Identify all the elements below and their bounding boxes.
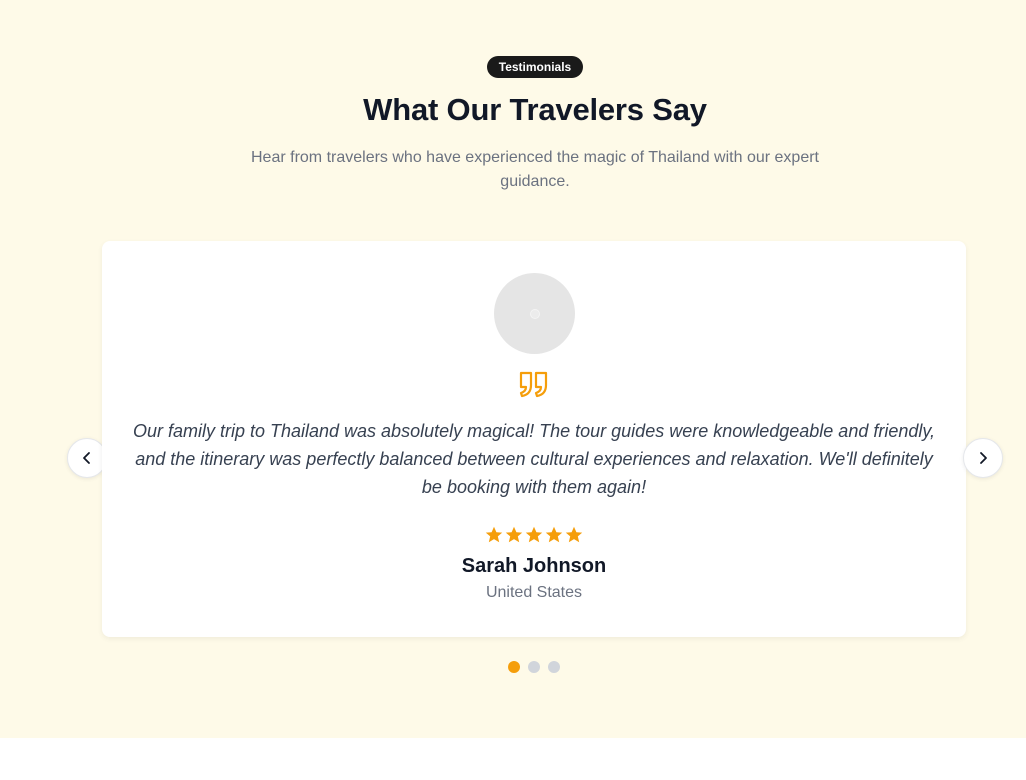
quote-icon <box>519 371 548 398</box>
star-icon <box>545 526 563 543</box>
carousel-dot[interactable] <box>508 661 520 673</box>
reviewer-name: Sarah Johnson <box>461 555 607 577</box>
chevron-left-icon <box>83 452 90 464</box>
carousel-dot[interactable] <box>528 661 540 673</box>
avatar-placeholder-icon <box>529 308 540 319</box>
avatar <box>494 273 575 354</box>
carousel-pagination <box>508 661 560 673</box>
star-rating <box>484 525 584 545</box>
star-icon <box>525 526 543 543</box>
section-badge: Testimonials <box>487 56 583 78</box>
carousel-next-button[interactable] <box>963 438 1003 478</box>
section-title: What Our Travelers Say <box>363 92 707 127</box>
testimonial-quote: Our family trip to Thailand was absolute… <box>132 421 936 497</box>
star-icon <box>485 526 503 543</box>
reviewer-location: United States <box>485 584 583 601</box>
testimonial-card: Our family trip to Thailand was absolute… <box>102 241 966 637</box>
star-icon <box>505 526 523 543</box>
carousel-prev-button[interactable] <box>67 438 107 478</box>
star-icon <box>565 526 583 543</box>
section-subtitle: Hear from travelers who have experienced… <box>251 149 819 190</box>
chevron-right-icon <box>980 452 987 464</box>
testimonials-section: Testimonials What Our Travelers Say Hear… <box>0 0 1026 738</box>
carousel-dot[interactable] <box>548 661 560 673</box>
